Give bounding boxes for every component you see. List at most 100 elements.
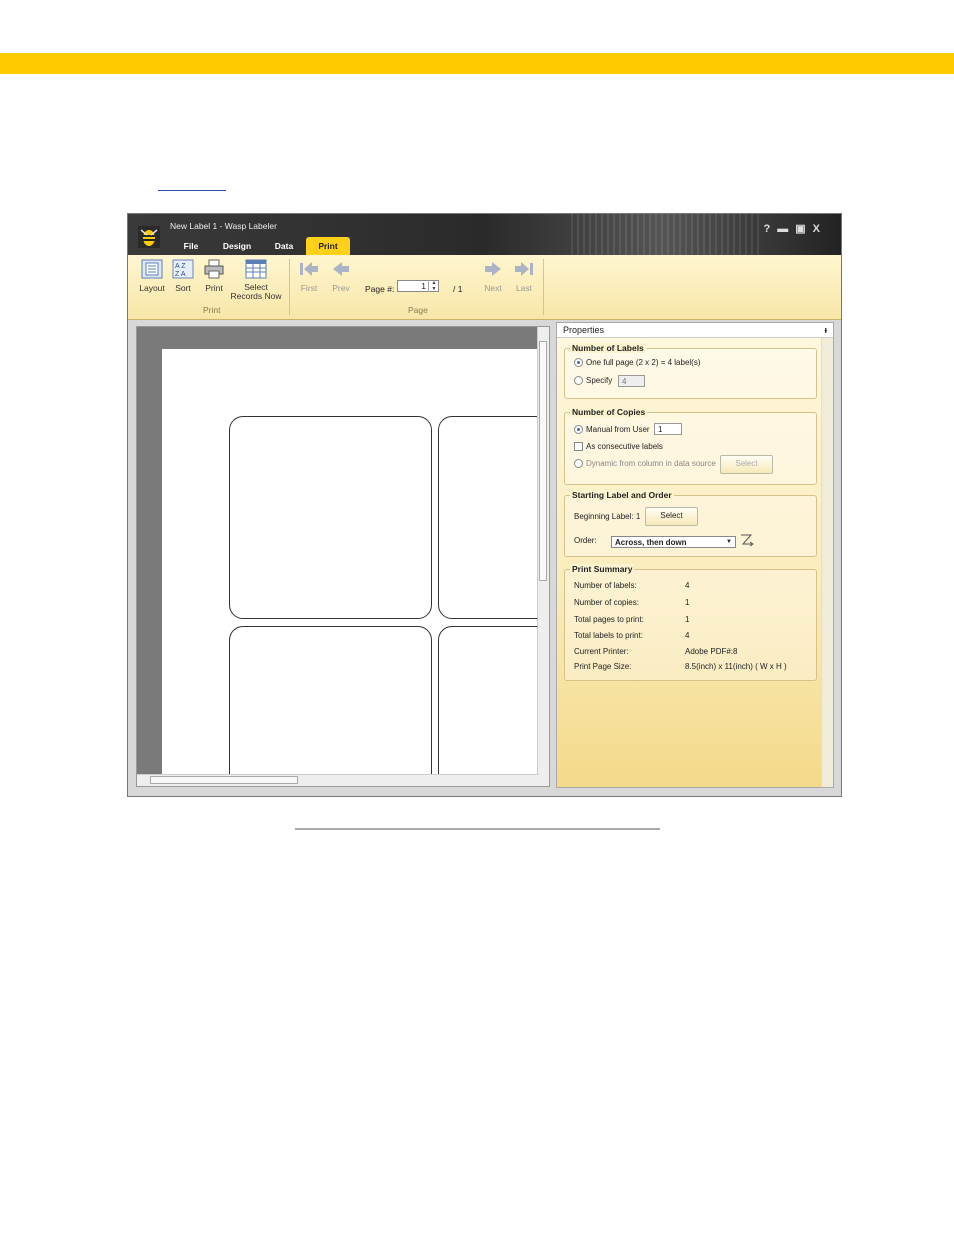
last-page-button[interactable]: Last — [512, 259, 536, 293]
prev-page-icon — [333, 262, 349, 276]
radio-icon[interactable] — [574, 425, 583, 435]
label-preview-4 — [438, 626, 549, 786]
summary-key: Number of labels: — [574, 581, 637, 590]
preview-vertical-scrollbar[interactable] — [537, 327, 549, 786]
ribbon: Layout A ZZ A Sort Print Select Records … — [128, 255, 841, 320]
tab-print[interactable]: Print — [306, 237, 350, 255]
tab-file[interactable]: File — [174, 237, 208, 255]
next-page-icon — [485, 262, 501, 276]
layout-label: Layout — [139, 283, 165, 293]
title-bar: New Label 1 - Wasp Labeler File Design D… — [128, 214, 841, 255]
tab-data[interactable]: Data — [266, 237, 302, 255]
next-page-button[interactable]: Next — [481, 259, 505, 293]
label-preview-3 — [229, 626, 432, 786]
full-page-option[interactable]: One full page (2 x 2) = 4 label(s) — [574, 358, 701, 368]
beginning-label-text: Beginning Label: 1 — [574, 512, 641, 521]
footer-divider — [295, 828, 660, 830]
summary-value: 4 — [685, 581, 690, 590]
order-label: Order: — [574, 536, 597, 545]
close-icon[interactable]: X — [813, 223, 827, 235]
layout-button[interactable]: Layout — [138, 259, 166, 293]
sort-button[interactable]: A ZZ A Sort — [171, 259, 195, 293]
dynamic-option[interactable]: Dynamic from column in data source — [574, 459, 716, 469]
tab-design[interactable]: Design — [216, 237, 258, 255]
summary-key: Print Page Size: — [574, 662, 632, 671]
specify-option[interactable]: Specify — [574, 376, 612, 386]
copies-input[interactable]: 1 — [654, 423, 682, 435]
checkbox-icon[interactable] — [574, 442, 583, 452]
dropdown-arrow-icon: ▼ — [726, 539, 732, 545]
summary-key: Current Printer: — [574, 647, 629, 656]
records-grid-icon — [245, 259, 267, 279]
label-preview-1 — [229, 416, 432, 619]
consecutive-checkbox[interactable]: As consecutive labels — [574, 442, 663, 452]
radio-icon[interactable] — [574, 358, 583, 368]
group-title: Number of Labels — [570, 343, 646, 353]
summary-key: Number of copies: — [574, 598, 639, 607]
page-total: / 1 — [453, 284, 463, 294]
summary-value: 1 — [685, 598, 690, 607]
printer-icon — [204, 259, 224, 279]
manual-option[interactable]: Manual from User — [574, 425, 650, 435]
properties-panel: Properties ᵻ Number of Labels One full p… — [556, 322, 834, 788]
summary-key: Total labels to print: — [574, 631, 643, 640]
properties-header: Properties ᵻ — [557, 323, 833, 338]
number-of-copies-group: Number of Copies Manual from User 1 As c… — [564, 407, 817, 485]
print-group-label: Print — [203, 305, 221, 315]
group-title: Number of Copies — [570, 407, 648, 417]
top-accent-bar — [0, 53, 954, 74]
label-preview-2 — [438, 416, 549, 619]
properties-title: Properties — [563, 325, 605, 335]
page-number-label: Page #: — [365, 284, 395, 294]
print-label: Print — [205, 283, 223, 293]
first-label: First — [300, 283, 318, 293]
first-page-button[interactable]: First — [295, 259, 323, 293]
summary-value: 1 — [685, 615, 690, 624]
group-title: Print Summary — [570, 564, 635, 574]
layout-icon — [141, 259, 163, 279]
select-records-label: Select Records Now — [230, 282, 282, 301]
order-dropdown[interactable]: Across, then down ▼ — [611, 536, 736, 548]
specify-count-input[interactable]: 4 — [618, 375, 645, 387]
print-summary-group: Print Summary Number of labels: 4 Number… — [564, 564, 817, 681]
document-link[interactable] — [158, 176, 226, 191]
svg-text:Z A: Z A — [175, 271, 186, 278]
sort-icon: A ZZ A — [172, 259, 194, 279]
next-label: Next — [484, 283, 502, 293]
starting-label-group: Starting Label and Order Beginning Label… — [564, 490, 817, 557]
last-label: Last — [515, 283, 533, 293]
summary-key: Total pages to print: — [574, 615, 644, 624]
prev-page-button[interactable]: Prev — [328, 259, 354, 293]
preview-horizontal-scrollbar[interactable] — [137, 774, 539, 786]
page-spinner[interactable]: ▲ ▼ — [428, 280, 439, 292]
help-icon[interactable]: ? — [764, 223, 778, 235]
summary-value: 4 — [685, 631, 690, 640]
sort-label: Sort — [175, 283, 191, 293]
properties-scrollbar[interactable] — [821, 338, 833, 787]
summary-value: Adobe PDF#:8 — [685, 647, 738, 656]
radio-icon[interactable] — [574, 459, 583, 469]
radio-icon[interactable] — [574, 376, 583, 386]
print-preview-canvas[interactable] — [136, 326, 550, 787]
last-page-icon — [515, 262, 533, 276]
window-title: New Label 1 - Wasp Labeler — [170, 221, 277, 231]
window-controls: ?▬▣X — [764, 222, 827, 235]
page-group-label: Page — [408, 305, 428, 315]
spin-down-icon[interactable]: ▼ — [429, 286, 439, 292]
select-records-button[interactable]: Select Records Now — [230, 259, 282, 301]
first-page-icon — [300, 262, 318, 276]
minimize-icon[interactable]: ▬ — [777, 223, 795, 235]
summary-value: 8.5(inch) x 11(inch) ( W x H ) — [685, 662, 787, 671]
app-window: New Label 1 - Wasp Labeler File Design D… — [127, 213, 842, 797]
order-direction-icon — [741, 534, 754, 547]
maximize-icon[interactable]: ▣ — [795, 223, 812, 235]
print-button[interactable]: Print — [202, 259, 226, 293]
preview-page — [162, 349, 549, 786]
number-of-labels-group: Number of Labels One full page (2 x 2) =… — [564, 343, 817, 399]
pin-icon[interactable]: ᵻ — [824, 323, 827, 337]
wasp-logo-icon[interactable] — [138, 226, 160, 248]
prev-label: Prev — [332, 283, 350, 293]
svg-text:A Z: A Z — [175, 263, 186, 270]
dynamic-select-button[interactable]: Select — [720, 455, 773, 474]
beginning-select-button[interactable]: Select — [645, 507, 698, 526]
